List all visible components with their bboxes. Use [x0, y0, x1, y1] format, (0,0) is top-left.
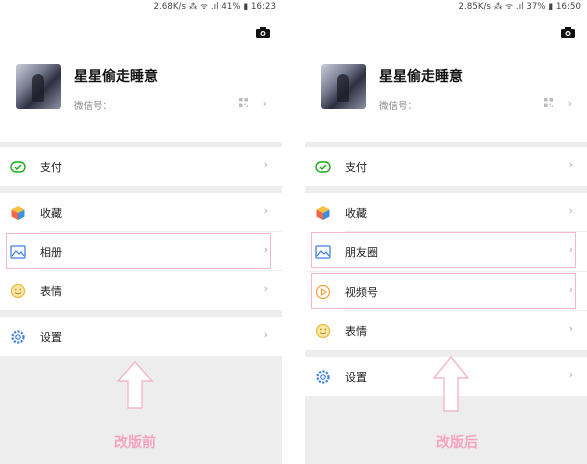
qr-code-icon[interactable]	[239, 98, 248, 107]
chevron-right-icon: ›	[263, 158, 268, 171]
status-bar: 2.68K/s ⁂ ᯤ .ıl 41% ▮ 16:23	[0, 0, 282, 14]
wechat-id-label: 微信号：	[74, 101, 113, 112]
up-arrow-icon	[433, 356, 469, 412]
chevron-right-icon: ›	[568, 204, 573, 217]
menu-item-label: 设置	[40, 331, 62, 344]
profile-header[interactable]: 星星偷走睡意 微信号： ›	[305, 14, 587, 142]
nickname: 星星偷走睡意	[379, 69, 463, 85]
menu-item-pay[interactable]: 支付 ›	[305, 147, 587, 186]
menu-item-pay[interactable]: 支付 ›	[0, 147, 282, 186]
menu-item-label: 支付	[40, 161, 62, 174]
gear-icon	[316, 370, 330, 384]
before-screenshot: 2.68K/s ⁂ ᯤ .ıl 41% ▮ 16:23 星星偷走睡意 微信号： …	[0, 0, 282, 464]
chevron-right-icon: ›	[568, 368, 573, 381]
menu-item-favorites[interactable]: 收藏 ›	[0, 193, 282, 232]
after-screenshot: 2.85K/s ⁂ ᯤ .ıl 37% ▮ 16:50 星星偷走睡意 微信号： …	[305, 0, 587, 464]
wechat-id-label: 微信号：	[379, 101, 418, 112]
avatar[interactable]	[16, 64, 61, 109]
camera-icon[interactable]	[561, 27, 575, 38]
pay-icon	[10, 161, 26, 173]
profile-header[interactable]: 星星偷走睡意 微信号： ›	[0, 14, 282, 142]
avatar[interactable]	[321, 64, 366, 109]
favorites-cube-icon	[11, 206, 25, 220]
menu-item-favorites[interactable]: 收藏 ›	[305, 193, 587, 232]
after-caption: 改版后	[436, 435, 478, 451]
menu-item-label: 设置	[345, 371, 367, 384]
nickname: 星星偷走睡意	[74, 69, 158, 85]
panel-divider	[282, 0, 305, 464]
gear-icon	[11, 330, 25, 344]
before-caption: 改版前	[114, 435, 156, 451]
menu-item-label: 收藏	[345, 207, 367, 220]
menu-item-label: 表情	[345, 325, 367, 338]
menu-item-label: 表情	[40, 285, 62, 298]
chevron-right-icon: ›	[263, 204, 268, 217]
menu-item-label: 支付	[345, 161, 367, 174]
smiley-icon	[10, 283, 26, 299]
smiley-icon	[315, 323, 331, 339]
favorites-cube-icon	[316, 206, 330, 220]
chevron-right-icon: ›	[263, 282, 268, 295]
chevron-right-icon: ›	[263, 328, 268, 341]
chevron-right-icon: ›	[262, 97, 267, 110]
menu-item-stickers[interactable]: 表情 ›	[305, 311, 587, 350]
up-arrow-icon	[117, 361, 153, 409]
album-highlight-box	[6, 233, 271, 269]
chevron-right-icon: ›	[567, 97, 572, 110]
chevron-right-icon: ›	[568, 322, 573, 335]
menu-item-settings[interactable]: 设置 ›	[0, 317, 282, 356]
channels-highlight-box	[311, 273, 576, 309]
pay-icon	[315, 161, 331, 173]
chevron-right-icon: ›	[568, 158, 573, 171]
menu-item-label: 收藏	[40, 207, 62, 220]
status-bar: 2.85K/s ⁂ ᯤ .ıl 37% ▮ 16:50	[305, 0, 587, 14]
qr-code-icon[interactable]	[544, 98, 553, 107]
camera-icon[interactable]	[256, 27, 270, 38]
moments-highlight-box	[311, 232, 576, 268]
menu-item-stickers[interactable]: 表情 ›	[0, 271, 282, 310]
